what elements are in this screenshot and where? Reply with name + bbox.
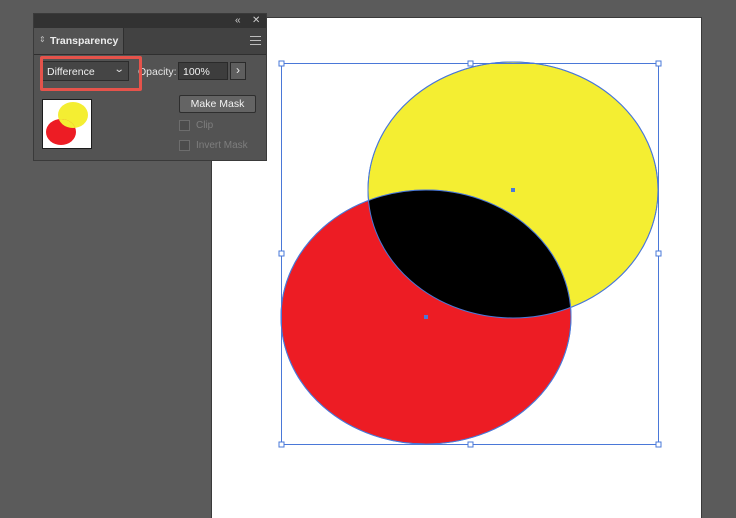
clip-label: Clip (196, 120, 214, 131)
panel-menu-icon[interactable] (250, 36, 261, 45)
close-icon[interactable]: ✕ (252, 15, 260, 27)
make-mask-button[interactable]: Make Mask (179, 95, 256, 113)
panel-tab-row: ⇕ Transparency (34, 28, 266, 55)
panel-title-bar[interactable]: « ✕ (34, 14, 266, 28)
collapse-icon[interactable]: « (235, 15, 241, 27)
tab-transparency[interactable]: ⇕ Transparency (34, 28, 124, 54)
opacity-label: Opacity: (138, 66, 177, 78)
invert-mask-label: Invert Mask (196, 140, 248, 151)
yellow-center-point (511, 188, 515, 192)
tab-label: Transparency (50, 35, 119, 47)
invert-mask-checkbox[interactable] (179, 140, 190, 151)
highlight-annotation (40, 56, 142, 91)
tab-grip-icon: ⇕ (39, 35, 46, 44)
object-thumbnail[interactable] (42, 99, 92, 149)
thumbnail-artwork (46, 102, 88, 145)
clip-checkbox[interactable] (179, 120, 190, 131)
opacity-slider-button[interactable]: › (230, 62, 246, 80)
opacity-value: 100% (183, 66, 210, 78)
opacity-input[interactable]: 100% (178, 62, 228, 80)
red-center-point (424, 315, 428, 319)
